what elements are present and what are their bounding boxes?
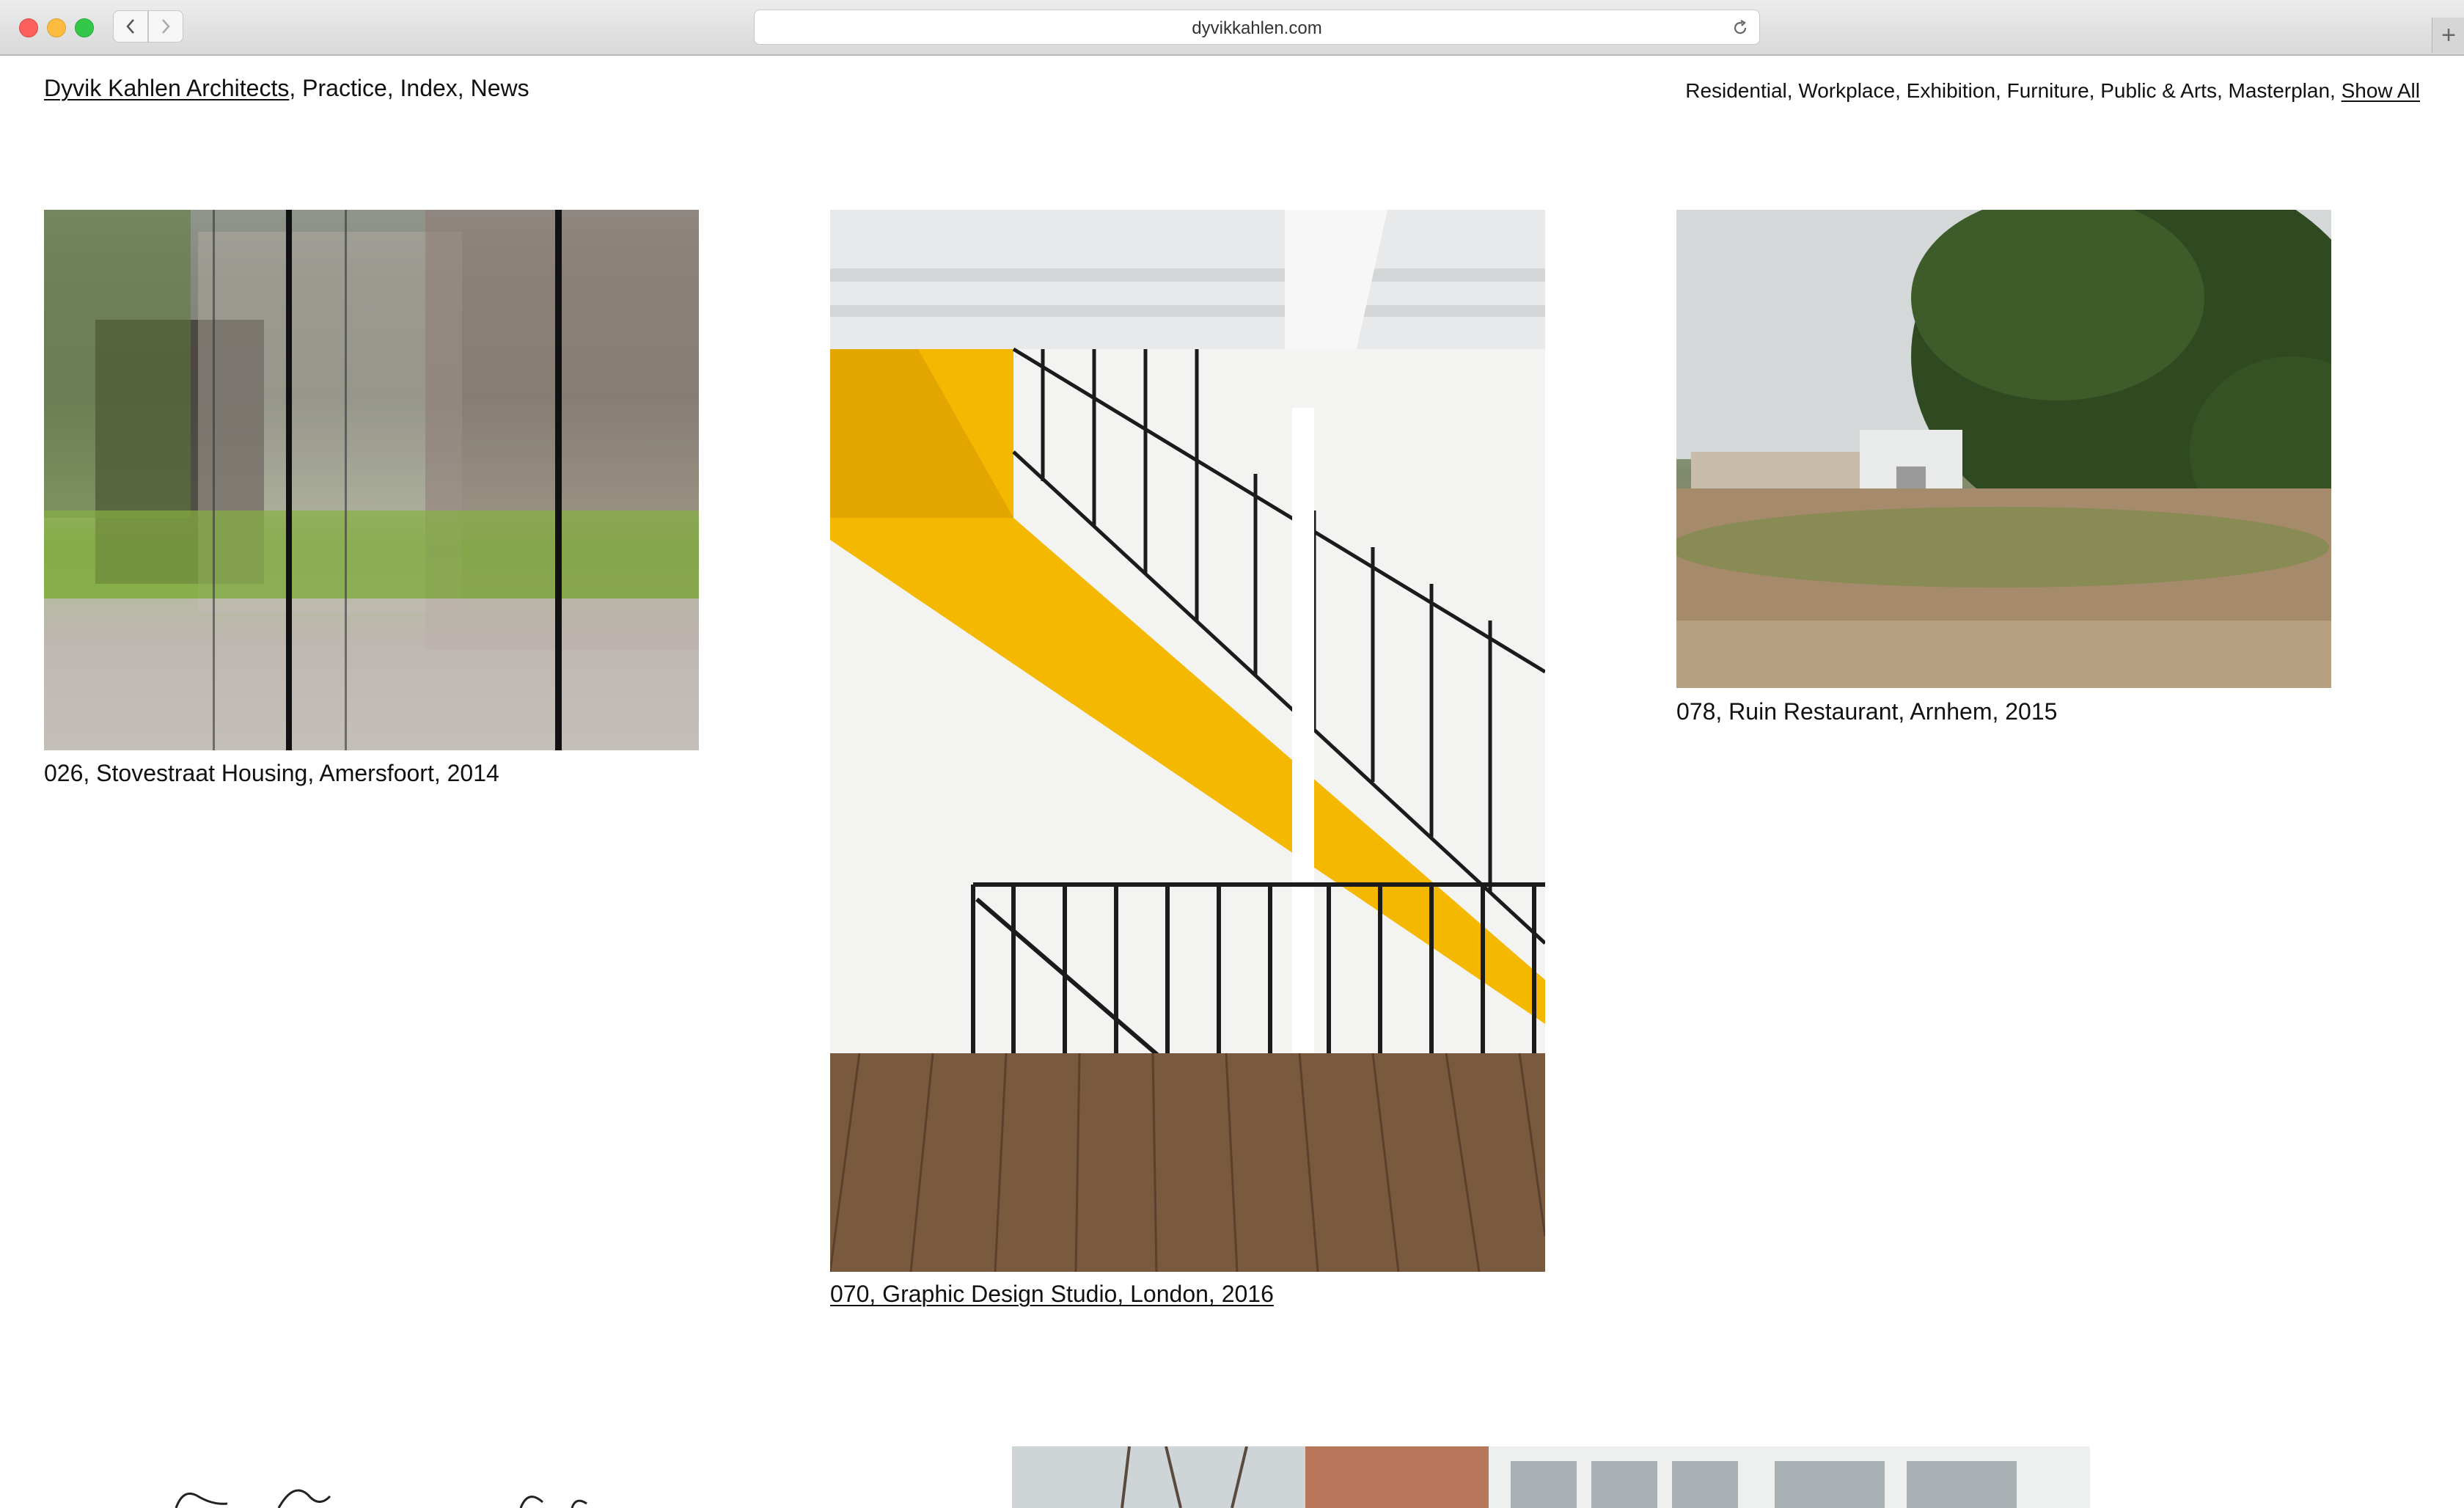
new-tab-button[interactable]: +: [2432, 18, 2464, 53]
nav-index[interactable]: Index: [400, 75, 458, 101]
plus-icon: +: [2441, 21, 2456, 49]
browser-toolbar: dyvikkahlen.com +: [0, 0, 2464, 56]
project-image-stovestraat[interactable]: [44, 210, 699, 750]
url-text: dyvikkahlen.com: [1192, 18, 1322, 38]
minimize-window-button[interactable]: [47, 18, 66, 37]
filter-furniture[interactable]: Furniture: [2007, 79, 2089, 102]
project-image-graphic-design-studio[interactable]: [830, 210, 1545, 1272]
site-nav: Dyvik Kahlen Architects, Practice, Index…: [44, 75, 529, 101]
chevron-right-icon: [162, 19, 170, 34]
address-bar[interactable]: dyvikkahlen.com: [754, 10, 1760, 45]
filter-show-all[interactable]: Show All: [2342, 79, 2420, 102]
nav-practice[interactable]: Practice: [302, 75, 387, 101]
filter-workplace[interactable]: Workplace: [1798, 79, 1895, 102]
brand-link[interactable]: Dyvik Kahlen Architects: [44, 75, 289, 101]
filter-masterplan[interactable]: Masterplan: [2229, 79, 2331, 102]
filter-exhibition[interactable]: Exhibition: [1907, 79, 1995, 102]
nav-news[interactable]: News: [471, 75, 529, 101]
filter-public-arts[interactable]: Public & Arts: [2100, 79, 2217, 102]
project-image-partial[interactable]: [1012, 1446, 2090, 1508]
reload-icon[interactable]: [1728, 16, 1752, 40]
forward-button[interactable]: [148, 10, 183, 43]
handwriting-sketch: [147, 1482, 601, 1508]
chevron-left-icon: [126, 19, 134, 34]
project-caption-070[interactable]: 070, Graphic Design Studio, London, 2016: [830, 1281, 1274, 1308]
project-image-ruin-restaurant[interactable]: [1676, 210, 2331, 688]
back-button[interactable]: [113, 10, 148, 43]
filter-residential[interactable]: Residential: [1685, 79, 1787, 102]
category-filters: Residential, Workplace, Exhibition, Furn…: [1685, 79, 2420, 102]
close-window-button[interactable]: [19, 18, 38, 37]
studio-photo: [830, 210, 1545, 1272]
project-caption-078[interactable]: 078, Ruin Restaurant, Arnhem, 2015: [1676, 698, 2057, 725]
zoom-window-button[interactable]: [75, 18, 94, 37]
ruin-photo: [1676, 210, 2331, 688]
stovestraat-render: [44, 210, 699, 750]
project-caption-026[interactable]: 026, Stovestraat Housing, Amersfoort, 20…: [44, 760, 499, 787]
